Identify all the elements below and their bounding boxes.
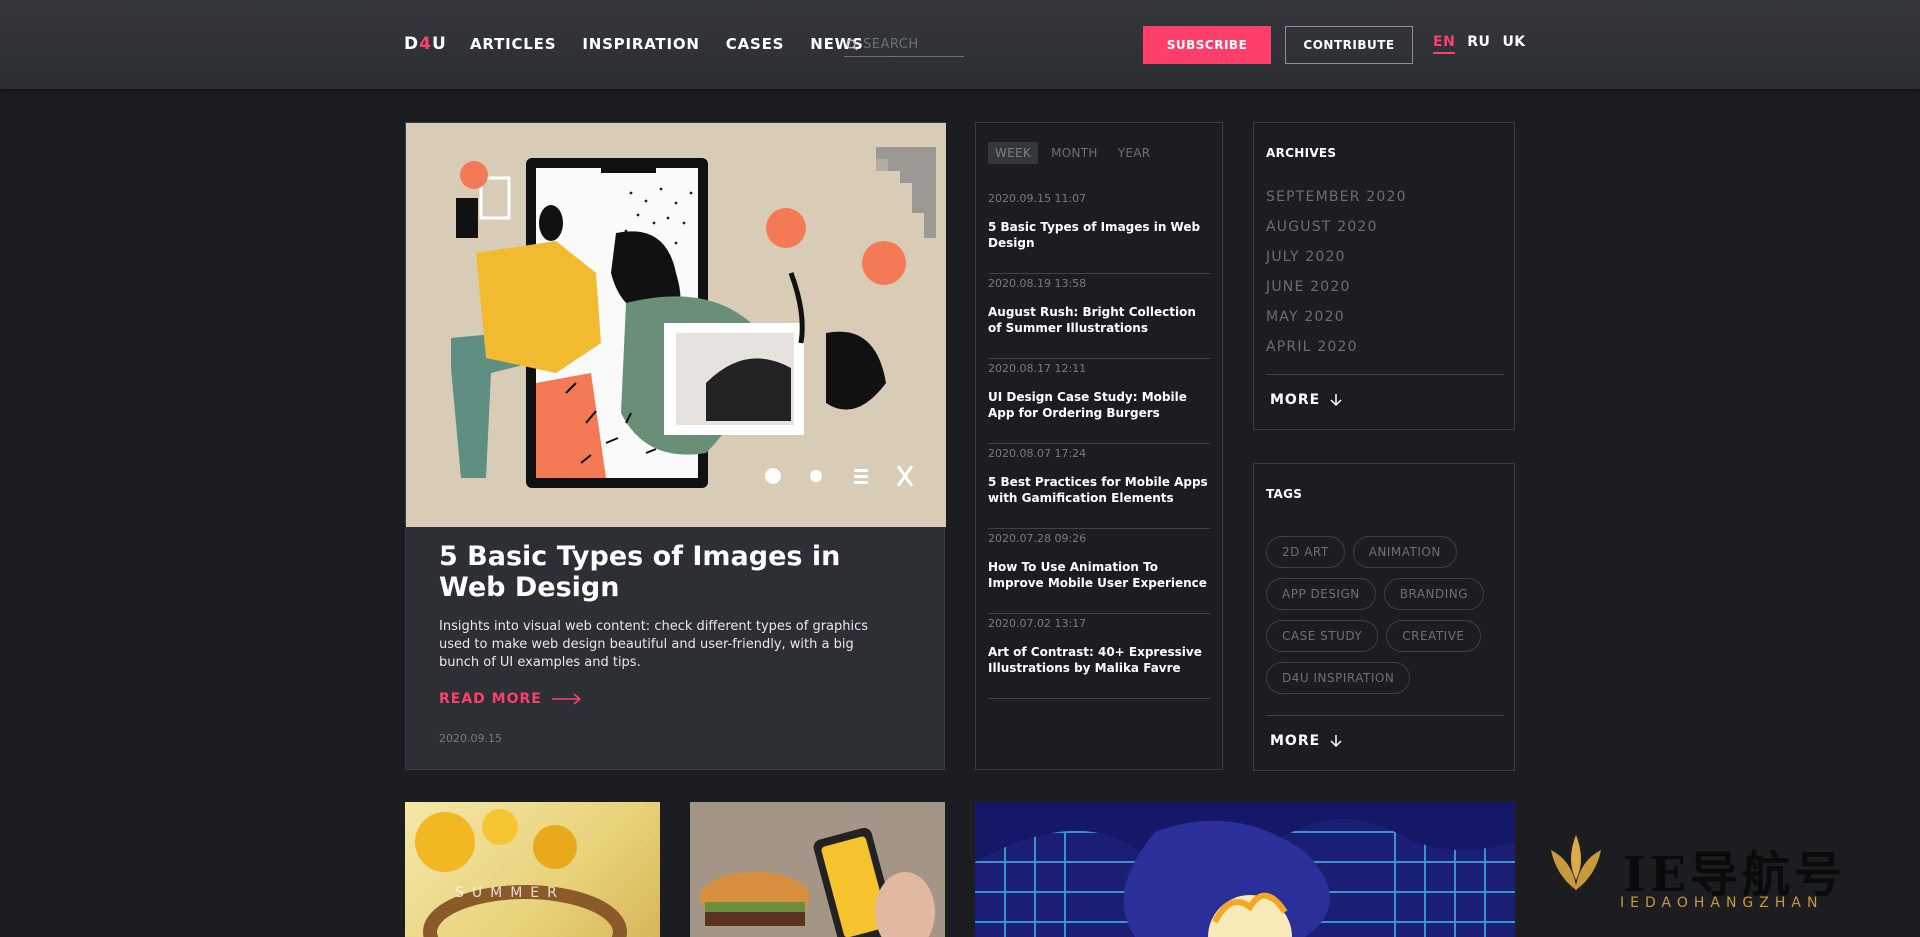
- article-title[interactable]: UI Design Case Study: Mobile App for Ord…: [988, 389, 1210, 421]
- article-title[interactable]: 5 Basic Types of Images in Web Design: [988, 219, 1210, 251]
- tag-item[interactable]: D4U INSPIRATION: [1266, 662, 1411, 694]
- featured-article-card[interactable]: 5 Basic Types of Images in Web Design In…: [405, 122, 946, 770]
- tag-item[interactable]: CASE STUDY: [1266, 620, 1379, 652]
- nav-articles[interactable]: ARTICLES: [470, 35, 556, 53]
- archives-title: ARCHIVES: [1266, 146, 1337, 160]
- read-more-label: READ MORE: [439, 691, 542, 707]
- language-switcher: EN RU UK: [1433, 34, 1526, 54]
- more-label: MORE: [1270, 392, 1321, 408]
- contribute-button[interactable]: CONTRIBUTE: [1285, 26, 1413, 64]
- featured-illustration: [406, 123, 946, 527]
- arrow-down-icon: [1330, 735, 1342, 748]
- article-title[interactable]: Art of Contrast: 40+ Expressive Illustra…: [988, 644, 1210, 676]
- article-time: 2020.08.19 13:58: [988, 277, 1087, 290]
- list-item[interactable]: 2020.07.02 13:17 Art of Contrast: 40+ Ex…: [988, 614, 1210, 699]
- logo-part-4: 4: [419, 34, 432, 54]
- featured-article-title[interactable]: 5 Basic Types of Images in Web Design: [439, 541, 909, 603]
- divider: [1266, 715, 1504, 716]
- tab-week[interactable]: WEEK: [988, 142, 1039, 164]
- archive-month[interactable]: MAY 2020: [1266, 309, 1407, 339]
- article-time: 2020.08.17 12:11: [988, 362, 1087, 375]
- lang-en[interactable]: EN: [1433, 34, 1456, 54]
- period-tabs: WEEK MONTH YEAR: [988, 142, 1157, 164]
- site-header: D4U ARTICLES INSPIRATION CASES NEWS SUBS…: [0, 0, 1920, 89]
- latest-articles-list: 2020.09.15 11:07 5 Basic Types of Images…: [988, 189, 1210, 699]
- article-time: 2020.07.28 09:26: [988, 532, 1087, 545]
- article-time: 2020.08.07 17:24: [988, 447, 1087, 460]
- list-item[interactable]: 2020.08.07 17:24 5 Best Practices for Mo…: [988, 444, 1210, 529]
- list-item[interactable]: 2020.07.28 09:26 How To Use Animation To…: [988, 529, 1210, 614]
- archive-month[interactable]: AUGUST 2020: [1266, 219, 1407, 249]
- logo-part-d: D: [404, 34, 420, 54]
- tag-list: 2D ART ANIMATION APP DESIGN BRANDING CAS…: [1266, 536, 1506, 694]
- lang-uk[interactable]: UK: [1502, 34, 1525, 54]
- nav-inspiration[interactable]: INSPIRATION: [582, 35, 699, 53]
- tag-item[interactable]: ANIMATION: [1352, 536, 1457, 568]
- search-icon: [846, 39, 858, 50]
- search-input[interactable]: [863, 37, 963, 52]
- tag-item[interactable]: 2D ART: [1266, 536, 1345, 568]
- tag-item[interactable]: APP DESIGN: [1266, 578, 1376, 610]
- site-watermark: IE导航号 IEDAOHANGZHAN: [1538, 825, 1920, 937]
- site-logo[interactable]: D4U: [404, 34, 447, 54]
- featured-article-date: 2020.09.15: [439, 732, 502, 745]
- lang-ru[interactable]: RU: [1467, 34, 1490, 54]
- article-title[interactable]: 5 Best Practices for Mobile Apps with Ga…: [988, 474, 1210, 506]
- tags-title: TAGS: [1266, 487, 1303, 501]
- tab-month[interactable]: MONTH: [1044, 142, 1105, 164]
- arrow-right-icon: [551, 693, 582, 705]
- summer-text: SUMMER: [455, 885, 565, 901]
- archive-month[interactable]: APRIL 2020: [1266, 339, 1407, 369]
- latest-articles-panel: WEEK MONTH YEAR 2020.09.15 11:07 5 Basic…: [975, 122, 1223, 770]
- archives-panel: ARCHIVES SEPTEMBER 2020 AUGUST 2020 JULY…: [1253, 122, 1515, 430]
- archive-month[interactable]: JUNE 2020: [1266, 279, 1407, 309]
- article-thumbnail-summer[interactable]: SUMMER: [405, 802, 660, 937]
- tags-panel: TAGS 2D ART ANIMATION APP DESIGN BRANDIN…: [1253, 463, 1515, 771]
- featured-article-description: Insights into visual web content: check …: [439, 619, 869, 670]
- logo-part-u: U: [431, 34, 447, 54]
- article-thumbnail-burger[interactable]: [690, 802, 945, 937]
- article-title[interactable]: August Rush: Bright Collection of Summer…: [988, 304, 1210, 336]
- list-item[interactable]: 2020.08.17 12:11 UI Design Case Study: M…: [988, 359, 1210, 444]
- archives-more-button[interactable]: MORE: [1270, 392, 1342, 408]
- list-item[interactable]: 2020.08.19 13:58 August Rush: Bright Col…: [988, 274, 1210, 359]
- featured-article-image[interactable]: [406, 123, 946, 527]
- list-item[interactable]: 2020.09.15 11:07 5 Basic Types of Images…: [988, 189, 1210, 274]
- tag-item[interactable]: BRANDING: [1383, 578, 1485, 610]
- article-time: 2020.07.02 13:17: [988, 617, 1087, 630]
- illustration-thumbnail-art: [975, 802, 1515, 937]
- tag-item[interactable]: CREATIVE: [1386, 620, 1481, 652]
- nav-cases[interactable]: CASES: [726, 35, 784, 53]
- archive-month[interactable]: JULY 2020: [1266, 249, 1407, 279]
- arrow-down-icon: [1330, 394, 1342, 407]
- burger-thumbnail-art: [690, 802, 945, 937]
- watermark-subtext: IEDAOHANGZHAN: [1620, 895, 1824, 911]
- more-label: MORE: [1270, 733, 1321, 749]
- archive-list: SEPTEMBER 2020 AUGUST 2020 JULY 2020 JUN…: [1266, 189, 1407, 369]
- lotus-logo-icon: [1551, 835, 1601, 890]
- article-title[interactable]: How To Use Animation To Improve Mobile U…: [988, 559, 1210, 591]
- archive-month[interactable]: SEPTEMBER 2020: [1266, 189, 1407, 219]
- tags-more-button[interactable]: MORE: [1270, 733, 1342, 749]
- search-box: [844, 33, 964, 57]
- main-nav: ARTICLES INSPIRATION CASES NEWS: [470, 35, 864, 53]
- summer-thumbnail-art: SUMMER: [415, 809, 627, 937]
- article-thumbnail-illustration[interactable]: [975, 802, 1515, 937]
- tab-year[interactable]: YEAR: [1111, 142, 1158, 164]
- subscribe-button[interactable]: SUBSCRIBE: [1143, 26, 1271, 64]
- article-time: 2020.09.15 11:07: [988, 192, 1087, 205]
- read-more-link[interactable]: READ MORE: [439, 691, 582, 707]
- divider: [1266, 374, 1504, 375]
